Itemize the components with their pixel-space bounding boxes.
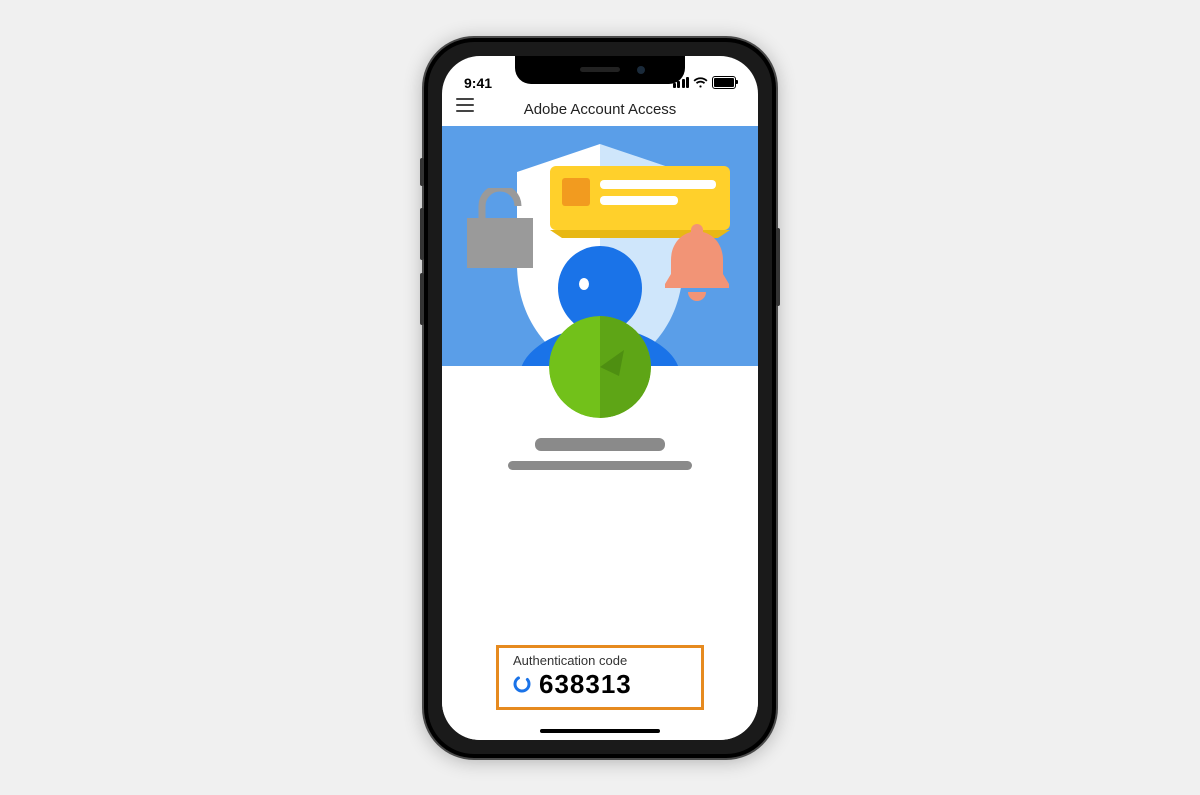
avatar-icon	[549, 316, 651, 418]
phone-notch	[515, 56, 685, 84]
phone-mute-switch	[420, 158, 424, 186]
phone-frame: 9:41 Adobe Account Access	[424, 38, 776, 758]
app-title: Adobe Account Access	[524, 101, 677, 118]
auth-code-label: Authentication code	[513, 653, 687, 668]
battery-icon	[712, 76, 736, 89]
auth-code-value: 638313	[539, 669, 632, 700]
content-area: Authentication code 638313	[442, 366, 758, 740]
phone-camera	[637, 66, 645, 74]
phone-volume-up	[420, 208, 424, 260]
wifi-icon	[693, 77, 708, 88]
spinner-icon	[513, 675, 531, 693]
phone-screen: 9:41 Adobe Account Access	[442, 56, 758, 740]
phone-speaker	[580, 67, 620, 72]
phone-bezel: 9:41 Adobe Account Access	[428, 42, 772, 754]
app-root: Adobe Account Access	[442, 56, 758, 740]
auth-code-row: 638313	[513, 669, 687, 700]
placeholder-line-2	[508, 461, 692, 470]
phone-side-button	[776, 228, 780, 306]
home-indicator[interactable]	[540, 729, 660, 733]
stage: 9:41 Adobe Account Access	[0, 0, 1200, 795]
phone-volume-down	[420, 273, 424, 325]
placeholder-line-1	[535, 438, 665, 451]
lock-icon	[464, 188, 536, 270]
auth-code-box: Authentication code 638313	[496, 645, 704, 710]
status-right	[673, 76, 737, 89]
bell-icon	[662, 222, 732, 306]
status-time: 9:41	[464, 75, 492, 91]
